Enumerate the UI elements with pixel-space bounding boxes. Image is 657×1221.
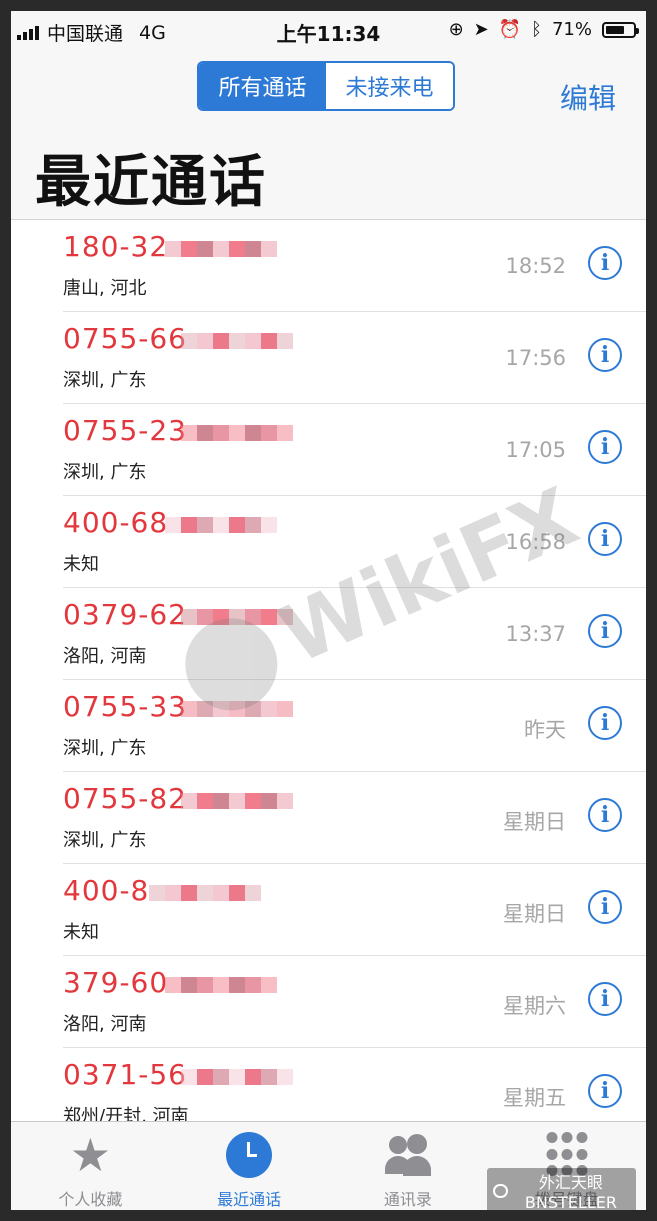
- info-icon[interactable]: i: [588, 614, 622, 648]
- call-time: 昨天: [524, 718, 566, 742]
- location-icon: ➤: [473, 19, 489, 40]
- tab-bar: ★ 个人收藏 最近通话 通讯录 拨号键盘 外汇天眼BNSTELLER: [11, 1121, 646, 1210]
- redacted-digits: [181, 326, 293, 356]
- call-time: 18:52: [505, 254, 566, 278]
- tab-recents[interactable]: 最近通话: [170, 1122, 329, 1210]
- bluetooth-icon: ᛒ: [531, 19, 542, 40]
- call-location: 洛阳, 河南: [63, 1014, 147, 1035]
- call-location: 洛阳, 河南: [63, 646, 147, 667]
- redacted-digits: [165, 510, 277, 540]
- battery-fill: [606, 25, 625, 34]
- call-number: 400-8: [63, 874, 150, 907]
- call-time: 星期日: [503, 902, 566, 926]
- call-time: 星期五: [503, 1086, 566, 1110]
- redacted-digits: [181, 1062, 293, 1092]
- status-bar: 中国联通 4G 上午11:34 ⊕ ➤ ⏰ ᛒ 71%: [11, 11, 646, 51]
- call-number: 379-60: [63, 966, 169, 999]
- tab-label: 最近通话: [217, 1190, 282, 1209]
- info-icon[interactable]: i: [588, 798, 622, 832]
- info-icon[interactable]: i: [588, 430, 622, 464]
- clock-icon: [226, 1132, 273, 1178]
- battery-tip: [636, 27, 639, 34]
- call-number: 180-32: [63, 230, 169, 263]
- info-icon[interactable]: i: [588, 890, 622, 924]
- call-time: 星期六: [503, 994, 566, 1018]
- status-right: ⊕ ➤ ⏰ ᛒ 71%: [448, 19, 639, 40]
- call-location: 未知: [63, 922, 99, 943]
- star-icon: ★: [69, 1128, 111, 1182]
- redacted-digits: [181, 602, 293, 632]
- info-icon[interactable]: i: [588, 1074, 622, 1108]
- tab-keypad[interactable]: 拨号键盘 外汇天眼BNSTELLER: [487, 1122, 646, 1210]
- call-number: 0371-56: [63, 1058, 187, 1091]
- call-list: 180-32 唐山, 河北 18:52 i 0755-66 深圳, 广东 17:56 i 075…: [11, 220, 646, 1140]
- call-location: 未知: [63, 554, 99, 575]
- call-row[interactable]: 400-68 未知 16:58 i: [11, 496, 646, 588]
- call-location: 深圳, 广东: [63, 462, 147, 483]
- header: 所有通话 未接来电 编辑 最近通话: [11, 51, 646, 220]
- call-location: 深圳, 广东: [63, 830, 147, 851]
- edit-button[interactable]: 编辑: [560, 77, 616, 117]
- wechat-icon: [493, 1183, 508, 1198]
- call-row[interactable]: 0379-62 洛阳, 河南 13:37 i: [11, 588, 646, 680]
- segment-all-calls[interactable]: 所有通话: [199, 63, 326, 109]
- contacts-icon: [384, 1132, 431, 1178]
- info-icon[interactable]: i: [588, 522, 622, 556]
- page-title: 最近通话: [35, 150, 267, 215]
- call-number: 0755-66: [63, 322, 187, 355]
- call-location: 深圳, 广东: [63, 370, 147, 391]
- redacted-digits: [181, 418, 293, 448]
- redacted-digits: [165, 234, 277, 264]
- call-number: 0755-23: [63, 414, 187, 447]
- call-location: 唐山, 河北: [63, 278, 147, 299]
- call-row[interactable]: 0755-23 深圳, 广东 17:05 i: [11, 404, 646, 496]
- call-time: 17:05: [505, 438, 566, 462]
- call-row[interactable]: 0755-33 深圳, 广东 昨天 i: [11, 680, 646, 772]
- call-row[interactable]: 400-8 未知 星期日 i: [11, 864, 646, 956]
- call-time: 16:58: [505, 530, 566, 554]
- tab-label: 个人收藏: [58, 1190, 123, 1209]
- orientation-lock-icon: ⊕: [448, 19, 464, 40]
- call-time: 17:56: [505, 346, 566, 370]
- call-filter-segmented: 所有通话 未接来电: [197, 61, 455, 111]
- phone-screen: 中国联通 4G 上午11:34 ⊕ ➤ ⏰ ᛒ 71% 所有通话 未接来电 编辑…: [11, 11, 646, 1210]
- info-icon[interactable]: i: [588, 982, 622, 1016]
- redacted-digits: [181, 786, 293, 816]
- info-icon[interactable]: i: [588, 338, 622, 372]
- call-row[interactable]: 180-32 唐山, 河北 18:52 i: [11, 220, 646, 312]
- wechat-source-mark: 外汇天眼BNSTELLER: [487, 1168, 636, 1210]
- call-time: 13:37: [505, 622, 566, 646]
- call-time: 星期日: [503, 810, 566, 834]
- redacted-digits: [181, 694, 293, 724]
- call-number: 0379-62: [63, 598, 187, 631]
- call-row[interactable]: 0755-82 深圳, 广东 星期日 i: [11, 772, 646, 864]
- call-location: 深圳, 广东: [63, 738, 147, 759]
- call-number: 0755-82: [63, 782, 187, 815]
- info-icon[interactable]: i: [588, 246, 622, 280]
- battery-icon: [602, 21, 639, 38]
- call-row[interactable]: 0755-66 深圳, 广东 17:56 i: [11, 312, 646, 404]
- call-row[interactable]: 379-60 洛阳, 河南 星期六 i: [11, 956, 646, 1048]
- tab-label: 通讯录: [383, 1190, 432, 1209]
- wechat-source-label: 外汇天眼BNSTELLER: [524, 1173, 617, 1210]
- segment-missed-calls[interactable]: 未接来电: [326, 63, 453, 109]
- redacted-digits: [165, 970, 277, 1000]
- tab-favorites[interactable]: ★ 个人收藏: [11, 1122, 170, 1210]
- redacted-digits: [149, 878, 261, 908]
- call-number: 0755-33: [63, 690, 187, 723]
- tab-contacts[interactable]: 通讯录: [329, 1122, 488, 1210]
- battery-percent: 71%: [551, 19, 592, 40]
- alarm-icon: ⏰: [498, 19, 522, 40]
- info-icon[interactable]: i: [588, 706, 622, 740]
- call-number: 400-68: [63, 506, 169, 539]
